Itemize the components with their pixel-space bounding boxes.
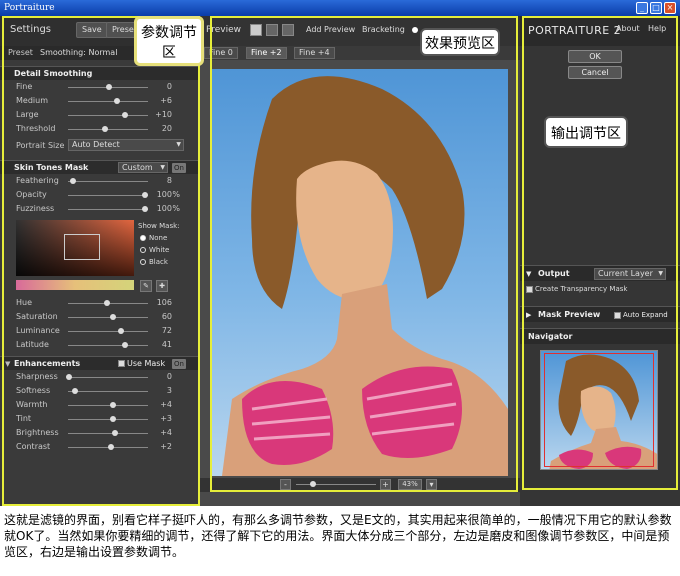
maximize-icon[interactable]: □ — [650, 2, 662, 14]
callout-right: 输出调节区 — [544, 116, 628, 148]
callout-center-text: 效果预览区 — [425, 36, 495, 52]
close-icon[interactable]: × — [664, 2, 676, 14]
callout-left-text: 参数调节区 — [141, 25, 197, 61]
callout-right-text: 输出调节区 — [551, 126, 621, 142]
caption: 这就是滤镜的界面，别看它样子挺吓人的，有那么多调节参数，又是E文的，其实用起来很… — [0, 506, 680, 576]
callout-center: 效果预览区 — [420, 28, 500, 56]
left-region-frame — [2, 16, 200, 506]
right-region-frame — [522, 16, 678, 490]
minimize-icon[interactable]: _ — [636, 2, 648, 14]
window-titlebar: Portraiture _ □ × — [0, 0, 680, 16]
center-region-frame — [210, 16, 518, 492]
color-selection-box[interactable] — [64, 234, 100, 260]
window-title: Portraiture — [4, 3, 55, 13]
callout-left: 参数调节区 — [134, 16, 204, 66]
caption-text: 这就是滤镜的界面，别看它样子挺吓人的，有那么多调节参数，又是E文的，其实用起来很… — [4, 513, 672, 559]
